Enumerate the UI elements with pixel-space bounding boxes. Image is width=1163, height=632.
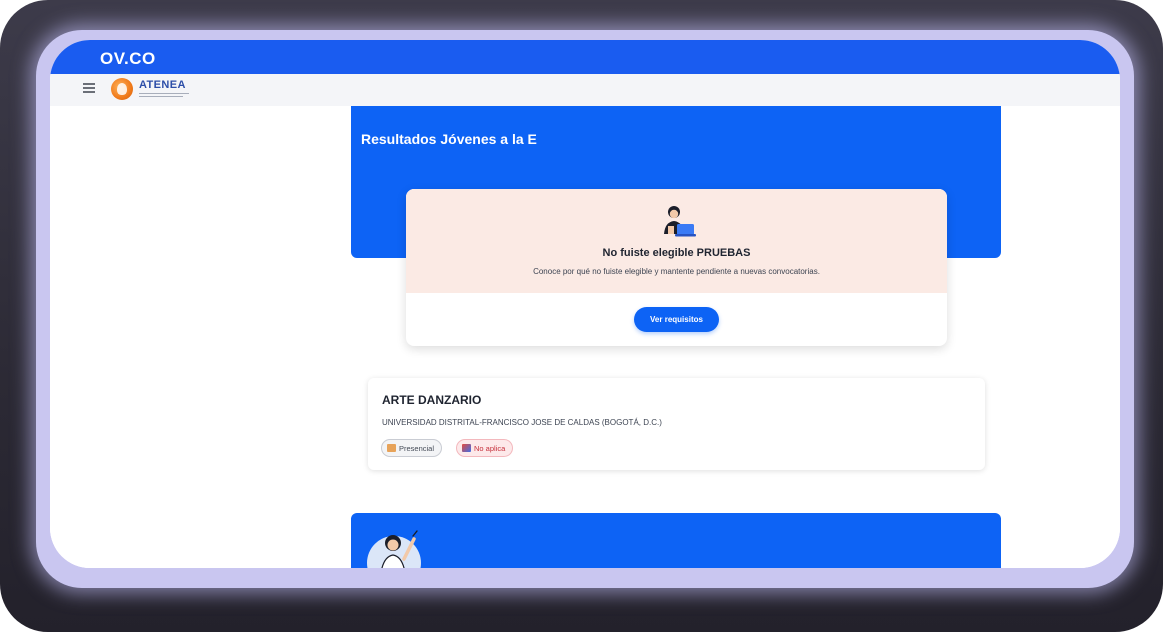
eligibility-result-card: No fuiste elegible PRUEBAS Conoce por qu… [406,189,947,346]
view-requirements-button[interactable]: Ver requisitos [634,307,719,332]
result-card-header: No fuiste elegible PRUEBAS Conoce por qu… [406,189,947,293]
bottom-info-banner [351,513,1001,568]
hamburger-menu-icon[interactable] [83,83,95,93]
page-title: Resultados Jóvenes a la E [361,131,537,147]
atenea-logo-icon [111,78,133,100]
person-laptop-illustration-icon [664,206,696,237]
url-text: OV.CO [100,49,156,68]
logo-title: ATENEA [139,78,186,91]
woman-pointing-illustration-icon [367,530,421,568]
status-chip: No aplica [456,439,514,457]
program-institution: UNIVERSIDAD DISTRITAL-FRANCISCO JOSE DE … [382,418,662,427]
browser-screen: OV.CO ATENEA Resultados Jóvenes a la E N… [50,40,1120,568]
result-title: No fuiste elegible PRUEBAS [602,247,751,259]
atenea-logo[interactable]: ATENEA [111,78,199,100]
book-icon [462,444,471,452]
modality-chip: Presencial [381,439,443,457]
status-label: No aplica [474,443,506,453]
app-header: ATENEA [50,74,1120,107]
modality-label: Presencial [399,443,435,453]
program-name: ARTE DANZARIO [382,393,482,407]
building-icon [387,444,396,452]
program-card[interactable]: ARTE DANZARIO UNIVERSIDAD DISTRITAL-FRAN… [368,378,985,470]
result-description: Conoce por qué no fuiste elegible y mant… [533,267,820,276]
logo-tagline [139,92,199,97]
url-bar[interactable]: OV.CO [50,40,1120,74]
